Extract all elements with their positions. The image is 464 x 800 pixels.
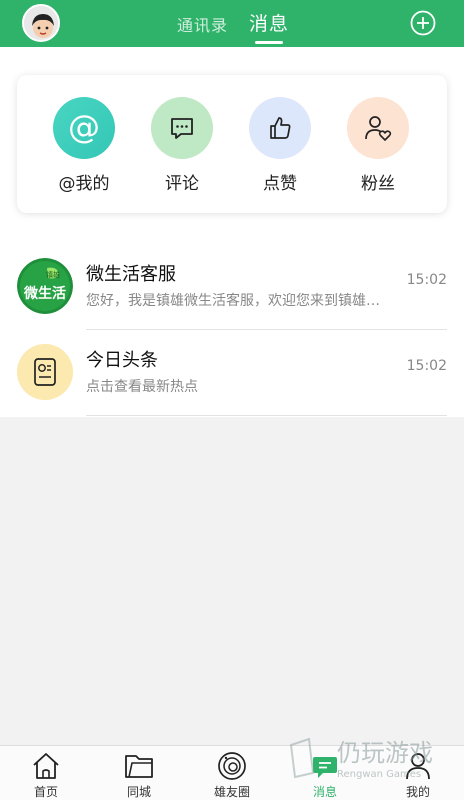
conversation-preview: 点击查看最新热点 xyxy=(86,379,198,395)
message-icon xyxy=(313,757,337,778)
quick-action-label: 点赞 xyxy=(263,174,297,194)
divider xyxy=(86,415,447,416)
nav-label: 消息 xyxy=(312,785,337,799)
nav-label: 首页 xyxy=(33,785,58,799)
avatar-logo-text: 微生活 xyxy=(23,285,66,302)
fans-icon xyxy=(347,97,409,159)
user-avatar[interactable] xyxy=(22,4,60,42)
nav-label: 我的 xyxy=(405,785,430,799)
quick-action-likes[interactable]: 点赞 xyxy=(240,97,320,194)
nav-profile[interactable]: 我的 xyxy=(383,750,453,800)
conversation-item[interactable]: 今日头条 点击查看最新热点 15:02 xyxy=(0,330,464,416)
active-tab-indicator xyxy=(255,41,283,44)
at-icon: @ xyxy=(53,97,115,159)
home-icon xyxy=(33,753,59,779)
top-bar: 通讯录 消息 xyxy=(0,0,464,47)
avatar-face-icon xyxy=(24,6,58,40)
conversation-time: 15:02 xyxy=(406,358,447,374)
nav-home[interactable]: 首页 xyxy=(11,750,81,800)
quick-actions-card: @ @我的 评论 点赞 粉丝 xyxy=(17,75,447,213)
conversation-title: 微生活客服 xyxy=(86,264,176,285)
avatar-badge-text: 镇雄 xyxy=(46,270,60,279)
quick-action-mentions[interactable]: @ @我的 xyxy=(44,97,124,194)
conversation-item[interactable]: 镇雄 微生活 微生活客服 您好，我是镇雄微生活客服，欢迎您来到镇雄… 15:02 xyxy=(0,244,464,330)
quick-action-fans[interactable]: 粉丝 xyxy=(338,97,418,194)
planet-icon xyxy=(218,752,246,780)
nav-circle[interactable]: 雄友圈 xyxy=(197,750,267,800)
conversation-time: 15:02 xyxy=(406,272,447,288)
nav-label: 同城 xyxy=(126,785,151,799)
quick-action-label: 评论 xyxy=(165,174,199,194)
nav-messages[interactable]: 消息 xyxy=(290,750,360,800)
quick-action-label: 粉丝 xyxy=(361,174,395,194)
quick-action-label: @我的 xyxy=(58,174,110,194)
comment-icon xyxy=(151,97,213,159)
svg-text:@: @ xyxy=(68,109,100,146)
thumbs-up-icon xyxy=(249,97,311,159)
conversation-title: 今日头条 xyxy=(86,350,158,371)
service-avatar: 镇雄 微生活 xyxy=(17,258,73,314)
tab-messages[interactable]: 消息 xyxy=(249,9,289,36)
tab-contacts[interactable]: 通讯录 xyxy=(177,12,228,36)
bottom-nav: 首页 同城 雄友圈 消息 我的 xyxy=(0,745,464,800)
folder-icon xyxy=(125,755,153,778)
nav-label: 雄友圈 xyxy=(213,785,250,799)
conversation-preview: 您好，我是镇雄微生活客服，欢迎您来到镇雄… xyxy=(86,293,380,309)
news-avatar xyxy=(17,344,73,400)
user-icon xyxy=(406,753,430,780)
quick-action-comments[interactable]: 评论 xyxy=(142,97,222,194)
newspaper-icon xyxy=(17,344,73,400)
add-circle-icon[interactable] xyxy=(410,10,436,36)
nav-local[interactable]: 同城 xyxy=(104,750,174,800)
